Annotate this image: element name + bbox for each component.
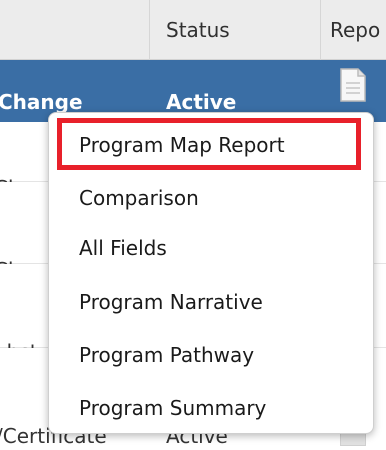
row-status-cell: Active <box>166 90 237 114</box>
table-header: Status Repo <box>0 0 386 60</box>
menu-item-all-fields[interactable]: All Fields <box>79 236 167 260</box>
report-column-header[interactable]: Repo <box>330 18 380 42</box>
menu-item-program-summary[interactable]: Program Summary <box>79 396 266 420</box>
column-divider <box>320 0 321 60</box>
status-column-header[interactable]: Status <box>166 18 230 42</box>
menu-item-comparison[interactable]: Comparison <box>79 186 199 210</box>
screen: Status Repo Change Active Cha Cha ubst /… <box>0 0 386 450</box>
report-dropdown-menu: Program Map Report Comparison All Fields… <box>48 112 374 434</box>
menu-item-program-map-report[interactable]: Program Map Report <box>79 133 285 157</box>
menu-item-program-pathway[interactable]: Program Pathway <box>79 343 254 367</box>
row-type-cell: Change <box>0 90 83 114</box>
column-divider <box>149 0 150 60</box>
menu-item-program-narrative[interactable]: Program Narrative <box>79 290 263 314</box>
document-icon[interactable] <box>339 68 367 102</box>
